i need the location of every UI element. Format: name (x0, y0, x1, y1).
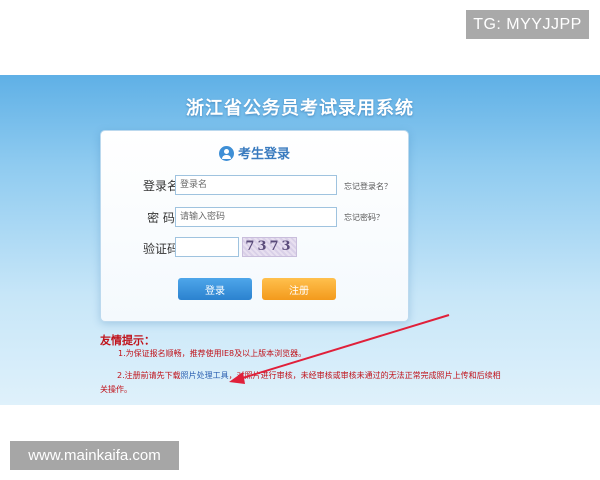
site-watermark: www.mainkaifa.com (10, 441, 179, 470)
arrow-shaft (235, 314, 450, 381)
annotation-arrow (229, 314, 450, 384)
login-page-screenshot: 浙江省公务员考试录用系统 考生登录 登录名 忘记登录名？ 密 码 忘记密码？ 验… (0, 75, 600, 405)
arrow-head (229, 372, 245, 384)
tg-watermark: TG: MYYJJPP (466, 10, 589, 39)
